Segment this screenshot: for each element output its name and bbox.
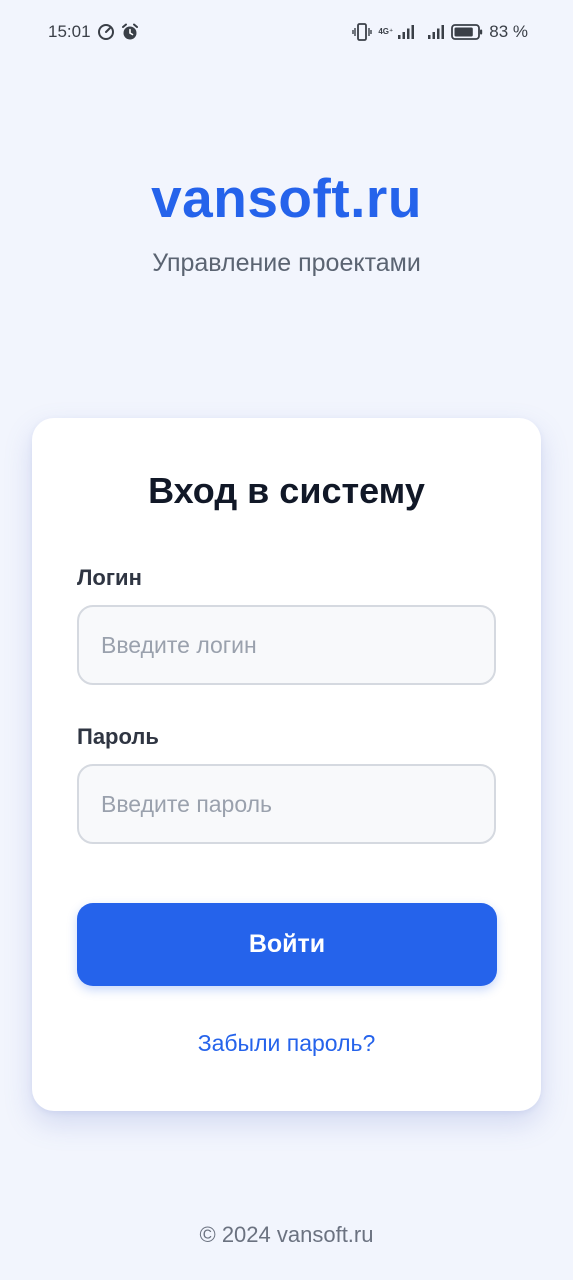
signal-icon [427,24,445,40]
status-bar: 15:01 4G⁺ 83 % [0,0,573,64]
speedometer-icon [97,23,115,41]
login-input[interactable] [77,605,496,685]
signal-icon [397,24,415,40]
password-label: Пароль [77,724,159,749]
login-card-title: Вход в систему [148,470,425,511]
password-input[interactable] [77,764,496,844]
status-bar-left: 15:01 [48,22,139,42]
brand-title: vansoft.ru [151,167,422,229]
brand-subtitle: Управление проектами [152,249,421,277]
network-type-label: 4G⁺ [378,27,394,36]
status-bar-right: 4G⁺ 83 % [352,22,528,42]
login-card: Вход в систему Логин Пароль Войти Забыли… [32,418,541,1111]
alarm-icon [121,23,139,41]
status-time: 15:01 [48,22,91,41]
battery-icon [451,23,483,41]
login-button[interactable]: Войти [77,903,497,986]
footer-copyright: © 2024 vansoft.ru [199,1222,374,1247]
battery-percent: 83 % [489,22,528,41]
forgot-password-link[interactable]: Забыли пароль? [32,1030,541,1057]
login-label: Логин [77,565,142,590]
vibrate-icon [352,23,373,41]
login-screen: 15:01 4G⁺ 83 % vansoft.ru Управление про… [0,0,573,1280]
